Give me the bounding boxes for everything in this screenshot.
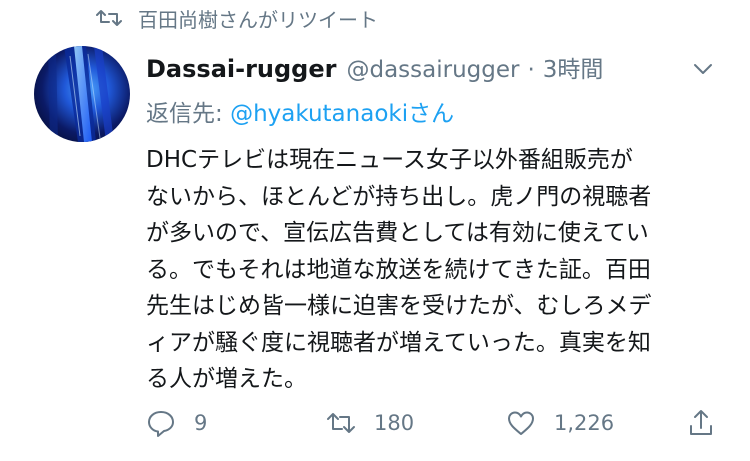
share-icon xyxy=(690,410,712,435)
action-bar: 9 180 1,226 xyxy=(146,408,726,442)
timestamp[interactable]: 3時間 xyxy=(543,50,604,84)
like-count: 1,226 xyxy=(554,411,615,435)
tweet-header: Dassai-rugger @dassairugger · 3時間 xyxy=(146,50,603,84)
separator-dot: · xyxy=(527,57,535,83)
reply-mention-link[interactable]: @hyakutanaoki xyxy=(230,101,408,127)
reply-icon xyxy=(148,411,174,437)
retweet-icon xyxy=(327,413,355,433)
tweet-text-line: ィアが騒ぐ度に視聴者が増えていった。真実を知 xyxy=(146,329,651,356)
like-button[interactable]: 1,226 xyxy=(506,408,614,438)
tweet-text-line: 先生はじめ皆一様に迫害を受けたが、むしろメデ xyxy=(146,293,652,319)
escalator-image xyxy=(48,46,114,142)
retweet-context[interactable]: 百田尚樹さんがリツイート xyxy=(96,8,378,32)
tweet-text-line: ないから、ほとんどが持ち出し。虎ノ門の視聴者 xyxy=(146,183,652,210)
tweet-text-line: が多いので、宣伝広告費としては有効に使えてい xyxy=(146,220,649,246)
user-handle[interactable]: @dassairugger xyxy=(346,57,519,83)
reply-suffix: さん xyxy=(408,101,455,127)
display-name[interactable]: Dassai-rugger xyxy=(146,55,336,83)
retweet-count: 180 xyxy=(374,411,415,435)
share-button[interactable] xyxy=(686,408,716,438)
tweet-text-line: る。でもそれは地道な放送を続けてきた証。百田 xyxy=(146,256,651,283)
heart-icon xyxy=(508,411,534,435)
avatar[interactable] xyxy=(34,46,130,142)
tweet-text-line: DHCテレビは現在ニュース女子以外番組販売が xyxy=(146,147,633,173)
reply-label: 返信先: xyxy=(146,101,231,127)
reply-count: 9 xyxy=(194,411,208,435)
tweet-text: DHCテレビは現在ニュース女子以外番組販売が ないから、ほとんどが持ち出し。虎ノ… xyxy=(146,142,726,398)
tweet-text-line: る人が増えた。 xyxy=(146,366,307,392)
retweet-context-text: 百田尚樹さんがリツイート xyxy=(138,7,378,32)
replying-to: 返信先: @hyakutanaokiさん xyxy=(146,94,454,128)
retweet-icon xyxy=(96,10,122,26)
retweet-button[interactable]: 180 xyxy=(326,408,414,438)
chevron-down-icon[interactable] xyxy=(692,58,714,80)
reply-button[interactable]: 9 xyxy=(146,408,207,438)
